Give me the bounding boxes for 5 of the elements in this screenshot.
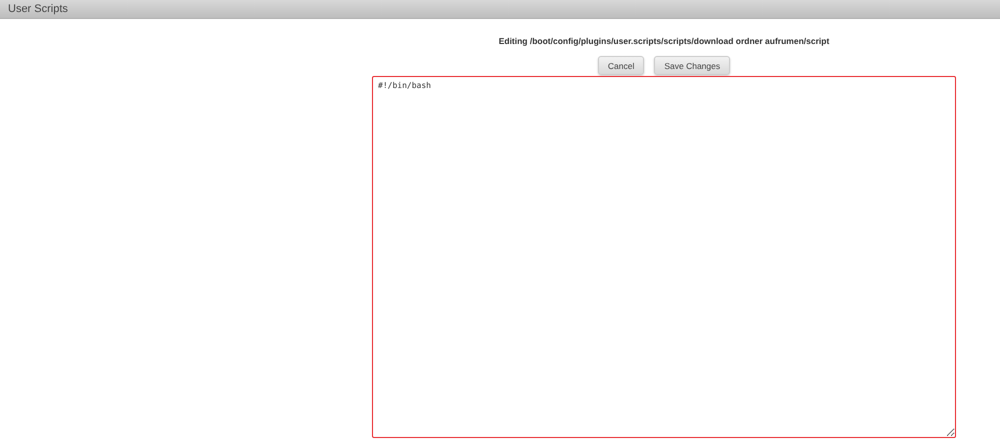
script-editor[interactable]: #!/bin/bash — [372, 76, 956, 438]
save-button[interactable]: Save Changes — [654, 56, 730, 75]
editing-heading: Editing /boot/config/plugins/user.scripts/scripts/download ordner aufrumen/script — [498, 36, 830, 46]
cancel-button[interactable]: Cancel — [598, 56, 644, 75]
window-title: User Scripts — [0, 0, 1000, 19]
